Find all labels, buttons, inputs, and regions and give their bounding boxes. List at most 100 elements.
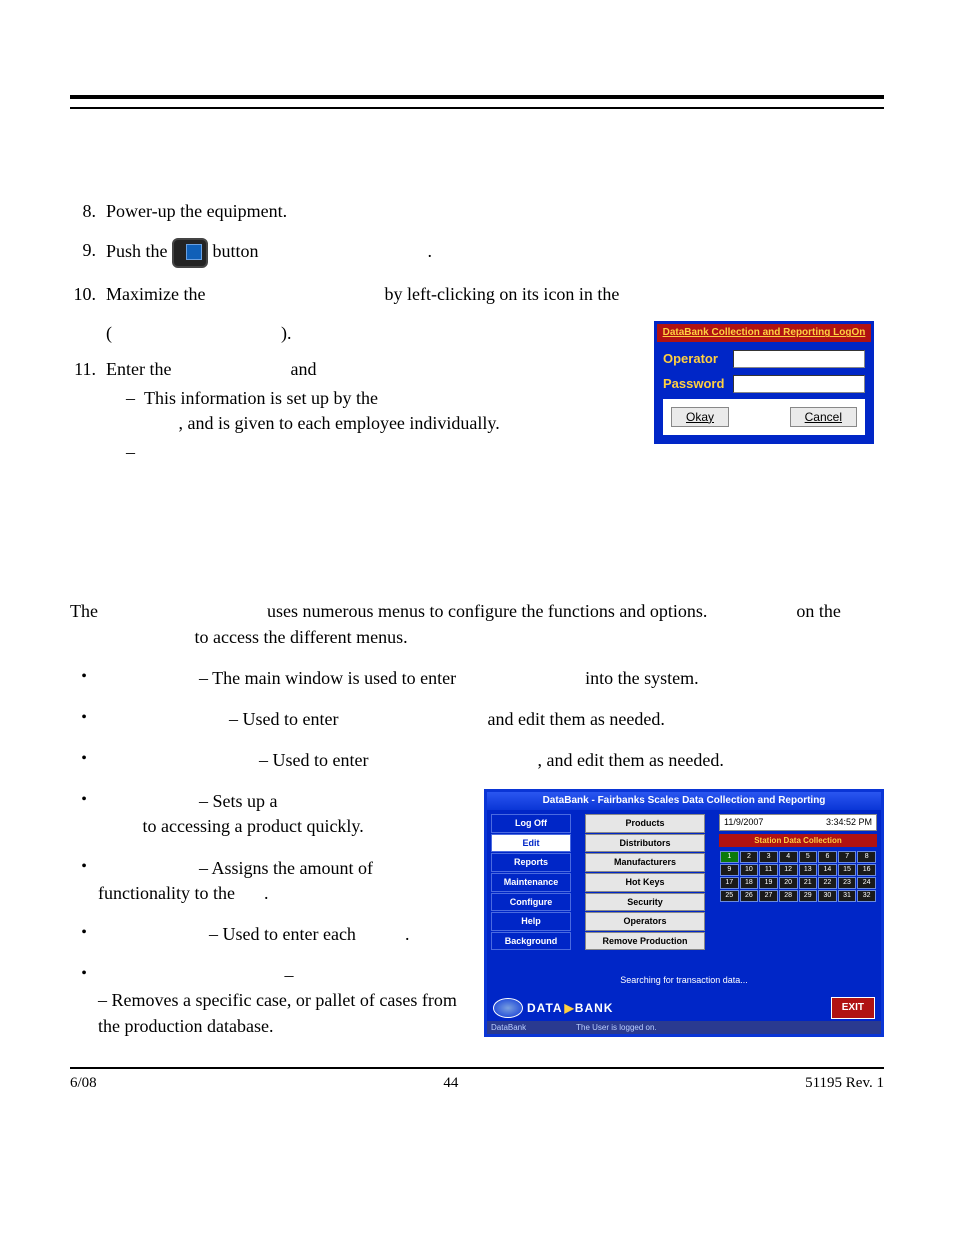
- center-hotkeys[interactable]: Hot Keys: [585, 873, 705, 892]
- bullet-operators: • – Used to enter each .: [70, 922, 464, 947]
- side-edit[interactable]: Edit: [491, 834, 571, 853]
- side-background[interactable]: Background: [491, 932, 571, 951]
- db-center-menu: Products Distributors Manufacturers Hot …: [575, 814, 715, 950]
- logo-bank: BANK: [575, 1001, 614, 1015]
- db-datetime: 11/9/2007 3:34:52 PM: [719, 814, 877, 831]
- side-configure[interactable]: Configure: [491, 893, 571, 912]
- grid-cell[interactable]: 2: [740, 851, 759, 863]
- grid-cell[interactable]: 19: [759, 877, 778, 889]
- grid-cell[interactable]: 21: [799, 877, 818, 889]
- page-footer: 6/08 44 51195 Rev. 1: [70, 1067, 884, 1092]
- center-manufacturers[interactable]: Manufacturers: [585, 853, 705, 872]
- grid-cell[interactable]: 28: [779, 890, 798, 902]
- grid-cell[interactable]: 10: [740, 864, 759, 876]
- grid-cell[interactable]: 9: [720, 864, 739, 876]
- grid-cell[interactable]: 17: [720, 877, 739, 889]
- step-number: 10.: [70, 282, 100, 307]
- step-content: Push the button .: [100, 238, 884, 268]
- footer-date: 6/08: [70, 1075, 97, 1092]
- operator-input[interactable]: [733, 350, 865, 368]
- logo-data: DATA: [527, 1001, 563, 1015]
- side-logoff[interactable]: Log Off: [491, 814, 571, 833]
- dash-item: – This information is set up by the , an…: [126, 386, 644, 436]
- text: – Used to enter: [229, 709, 338, 729]
- db-date: 11/9/2007: [724, 816, 763, 829]
- grid-cell[interactable]: 11: [759, 864, 778, 876]
- grid-cell[interactable]: 14: [818, 864, 837, 876]
- grid-cell[interactable]: 5: [799, 851, 818, 863]
- bullet-icon: •: [70, 856, 98, 906]
- grid-cell[interactable]: 15: [838, 864, 857, 876]
- bullet-icon: •: [70, 922, 98, 947]
- bullet-security: • – Assigns the amount of functionality …: [70, 856, 464, 906]
- grid-cell[interactable]: 26: [740, 890, 759, 902]
- dash-body: This information is set up by the , and …: [144, 386, 644, 436]
- text: into the system.: [585, 668, 699, 688]
- grid-cell[interactable]: 25: [720, 890, 739, 902]
- text: by left-clicking on its icon in the: [384, 284, 619, 304]
- db-time: 3:34:52 PM: [826, 816, 872, 829]
- mid-paragraph: The uses numerous menus to configure the…: [70, 599, 884, 649]
- db-side-menu: Log Off Edit Reports Maintenance Configu…: [491, 814, 571, 950]
- password-input[interactable]: [733, 375, 865, 393]
- grid-cell[interactable]: 4: [779, 851, 798, 863]
- grid-cell[interactable]: 13: [799, 864, 818, 876]
- step-8: 8. Power-up the equipment.: [70, 199, 884, 224]
- center-products[interactable]: Products: [585, 814, 705, 833]
- step-9: 9. Push the button .: [70, 238, 884, 268]
- grid-cell[interactable]: 29: [799, 890, 818, 902]
- footer-rev: 51195 Rev. 1: [805, 1075, 884, 1092]
- grid-cell[interactable]: 27: [759, 890, 778, 902]
- text: .: [428, 241, 433, 261]
- okay-button[interactable]: Okay: [671, 407, 729, 427]
- bullet-main-window: • – The main window is used to enter int…: [70, 666, 884, 691]
- text: This information is set up by the: [144, 388, 378, 408]
- grid-cell[interactable]: 22: [818, 877, 837, 889]
- grid-cell[interactable]: 18: [740, 877, 759, 889]
- side-maintenance[interactable]: Maintenance: [491, 873, 571, 892]
- grid-cell[interactable]: 12: [779, 864, 798, 876]
- login-title: DataBank Collection and Reporting LogOn: [657, 324, 871, 342]
- text: and: [290, 359, 316, 379]
- dash-icon: –: [126, 440, 144, 465]
- center-operators[interactable]: Operators: [585, 912, 705, 931]
- center-remove-production[interactable]: Remove Production: [585, 932, 705, 951]
- exit-button[interactable]: EXIT: [831, 997, 875, 1019]
- text: , and is given to each employee individu…: [179, 413, 500, 433]
- text: on the: [796, 601, 841, 621]
- step-content: Maximize the by left-clicking on its ico…: [100, 282, 884, 307]
- grid-cell[interactable]: 24: [857, 877, 876, 889]
- side-help[interactable]: Help: [491, 912, 571, 931]
- grid-cell[interactable]: 23: [838, 877, 857, 889]
- header-rule-thick: [70, 95, 884, 99]
- step-10: 10. Maximize the by left-clicking on its…: [70, 282, 884, 307]
- cancel-button[interactable]: Cancel: [790, 407, 857, 427]
- side-reports[interactable]: Reports: [491, 853, 571, 872]
- text: Maximize the: [106, 284, 205, 304]
- password-label: Password: [663, 375, 733, 393]
- text: Enter the: [106, 359, 171, 379]
- grid-cell[interactable]: 6: [818, 851, 837, 863]
- text: to accessing a product quickly.: [143, 816, 364, 836]
- text: , and edit them as needed.: [537, 750, 723, 770]
- grid-cell[interactable]: 31: [838, 890, 857, 902]
- grid-cell[interactable]: 3: [759, 851, 778, 863]
- step-content: ( ).: [100, 321, 644, 346]
- center-distributors[interactable]: Distributors: [585, 834, 705, 853]
- grid-cell[interactable]: 8: [857, 851, 876, 863]
- grid-cell[interactable]: 7: [838, 851, 857, 863]
- grid-cell[interactable]: 1: [720, 851, 739, 863]
- bullet-icon: •: [70, 963, 98, 1039]
- grid-cell[interactable]: 20: [779, 877, 798, 889]
- db-station-grid: 1 2 3 4 5 6 7 8 9 10 11: [719, 850, 877, 903]
- status-left: DataBank: [491, 1022, 526, 1033]
- grid-cell[interactable]: 30: [818, 890, 837, 902]
- center-security[interactable]: Security: [585, 893, 705, 912]
- grid-cell[interactable]: 16: [857, 864, 876, 876]
- text: .: [264, 883, 269, 903]
- step-number: 11.: [70, 357, 100, 466]
- text: – The main window is used to enter: [199, 668, 456, 688]
- step-number: 9.: [70, 238, 100, 268]
- grid-cell[interactable]: 32: [857, 890, 876, 902]
- fairbanks-badge-icon: [493, 998, 523, 1018]
